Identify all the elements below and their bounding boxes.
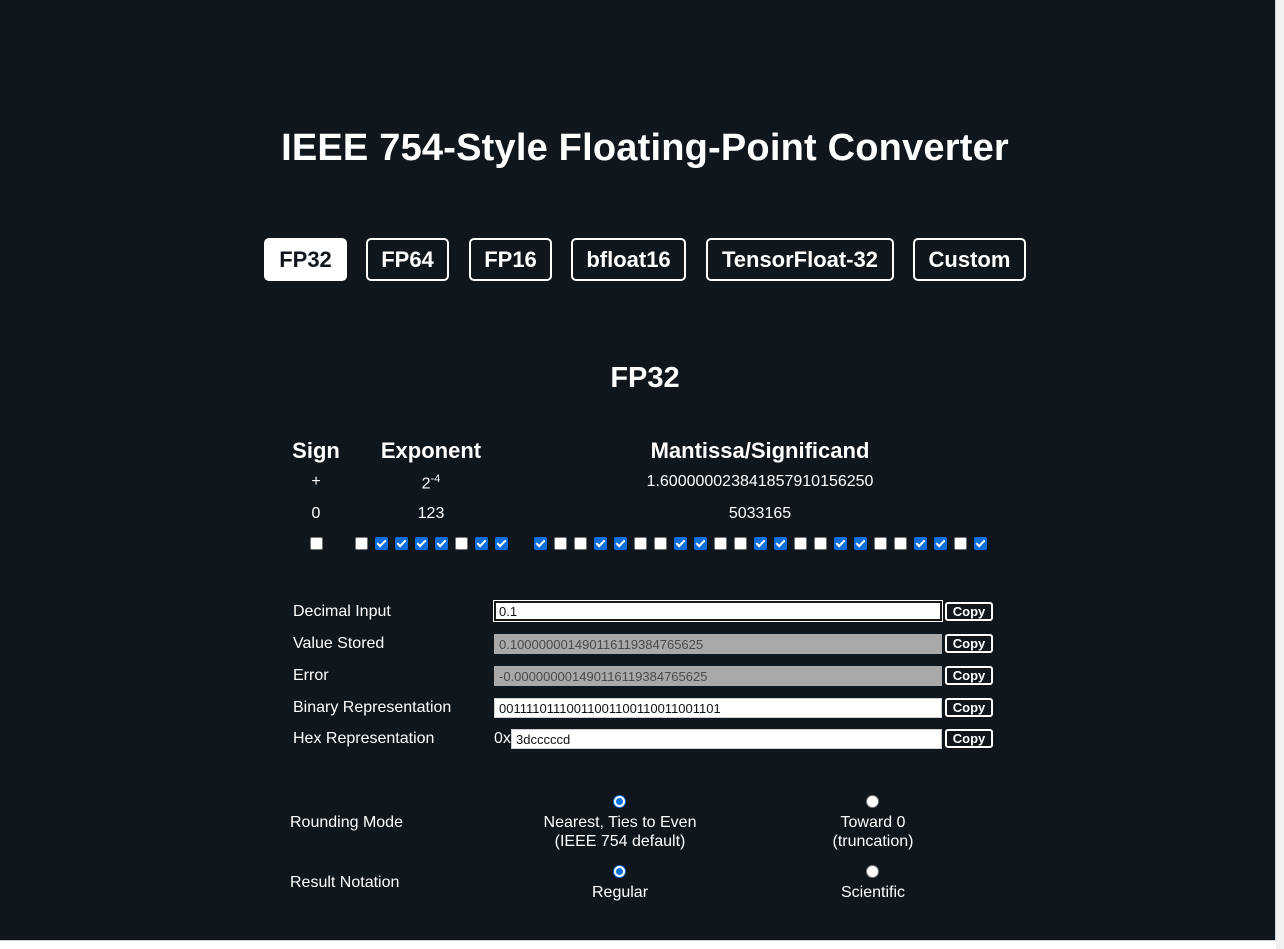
exponent-power: -4 [430, 473, 441, 485]
app-window: IEEE 754-Style Floating-Point Converter … [0, 0, 1276, 941]
mantissa-bit-checkbox[interactable] [794, 537, 807, 550]
mantissa-bit-checkbox[interactable] [694, 537, 707, 550]
mantissa-bit-checkbox[interactable] [614, 537, 627, 550]
format-tabs: FP32 FP64 FP16 bfloat16 TensorFloat-32 C… [0, 238, 1284, 281]
notation-regular-label: Regular [591, 884, 649, 901]
copy-hex-button[interactable]: Copy [945, 729, 993, 748]
page-title: IEEE 754-Style Floating-Point Converter [281, 127, 1009, 169]
exponent-bit-checkbox[interactable] [435, 537, 448, 550]
rounding-toward-zero-line1: Toward 0 [840, 814, 906, 831]
mantissa-bit-checkbox[interactable] [814, 537, 827, 550]
mantissa-bit-checkbox[interactable] [534, 537, 547, 550]
binary-label: Binary Representation [293, 699, 452, 716]
tab-tensorfloat32[interactable]: TensorFloat-32 [706, 238, 894, 281]
mantissa-bit-checkbox[interactable] [834, 537, 847, 550]
rounding-mode-label: Rounding Mode [290, 814, 403, 831]
mantissa-bit-checkbox[interactable] [774, 537, 787, 550]
mantissa-bit-checkbox[interactable] [974, 537, 987, 550]
sign-raw: 0 [311, 505, 321, 522]
rounding-nearest-label: Nearest, Ties to Even (IEEE 754 default) [500, 813, 740, 851]
rounding-nearest-radio[interactable] [613, 795, 626, 808]
mantissa-bit-checkbox[interactable] [894, 537, 907, 550]
error-field[interactable]: -0.000000001490116119384765625 [494, 666, 942, 686]
mantissa-bit-checkbox[interactable] [634, 537, 647, 550]
sign-bit-checkbox[interactable] [310, 537, 323, 550]
mantissa-bit-checkbox[interactable] [674, 537, 687, 550]
binary-field[interactable]: 00111101110011001100110011001101 [494, 698, 942, 718]
mantissa-raw: 5033165 [728, 505, 792, 522]
mantissa-bit-checkbox[interactable] [734, 537, 747, 550]
exponent-bit-checkbox[interactable] [495, 537, 508, 550]
value-stored-label: Value Stored [293, 635, 385, 652]
mantissa-bit-checkbox[interactable] [934, 537, 947, 550]
mantissa-bit-checkbox[interactable] [554, 537, 567, 550]
mantissa-bit-checkbox[interactable] [574, 537, 587, 550]
exponent-raw: 123 [417, 505, 445, 522]
tab-custom[interactable]: Custom [913, 238, 1026, 281]
rounding-toward-zero-line2: (truncation) [832, 833, 914, 850]
value-stored-field[interactable]: 0.100000001490116119384765625 [494, 634, 942, 654]
tab-fp64[interactable]: FP64 [366, 238, 449, 281]
exponent-bit-checkbox[interactable] [455, 537, 468, 550]
copy-value-stored-button[interactable]: Copy [945, 634, 993, 653]
mantissa-header: Mantissa/Significand [650, 438, 870, 463]
hex-field[interactable]: 3dcccccd [511, 729, 942, 749]
notation-scientific-label: Scientific [840, 884, 906, 901]
mantissa-bit-checkbox[interactable] [594, 537, 607, 550]
mantissa-bit-checkbox[interactable] [654, 537, 667, 550]
copy-decimal-button[interactable]: Copy [945, 602, 993, 621]
hex-prefix: 0x [494, 730, 511, 747]
exponent-bit-checkbox[interactable] [375, 537, 388, 550]
sign-header: Sign [292, 438, 340, 463]
rounding-toward-zero-radio[interactable] [866, 795, 879, 808]
sign-symbol: + [311, 473, 321, 490]
mantissa-bit-checkbox[interactable] [874, 537, 887, 550]
tab-fp16[interactable]: FP16 [469, 238, 552, 281]
exponent-header: Exponent [380, 438, 482, 463]
tab-bfloat16[interactable]: bfloat16 [571, 238, 686, 281]
rounding-nearest-line1: Nearest, Ties to Even [543, 814, 697, 831]
notation-regular-radio[interactable] [613, 865, 626, 878]
notation-scientific-radio[interactable] [866, 865, 879, 878]
mantissa-bit-checkbox[interactable] [754, 537, 767, 550]
exponent-bit-checkbox[interactable] [415, 537, 428, 550]
copy-error-button[interactable]: Copy [945, 666, 993, 685]
copy-binary-button[interactable]: Copy [945, 698, 993, 717]
exponent-bit-checkbox[interactable] [475, 537, 488, 550]
mantissa-bit-checkbox[interactable] [714, 537, 727, 550]
mantissa-value: 1.600000023841857910156250 [646, 473, 874, 490]
mantissa-bit-checkbox[interactable] [954, 537, 967, 550]
hex-label: Hex Representation [293, 730, 435, 747]
exponent-bit-checkbox[interactable] [355, 537, 368, 550]
mantissa-bit-checkbox[interactable] [854, 537, 867, 550]
mantissa-bit-checkbox[interactable] [914, 537, 927, 550]
result-notation-label: Result Notation [290, 874, 400, 891]
exponent-base: 2 [421, 475, 431, 493]
decimal-input-field[interactable]: 0.1 [493, 600, 943, 622]
rounding-nearest-line2: (IEEE 754 default) [554, 833, 686, 850]
exponent-bit-checkbox[interactable] [395, 537, 408, 550]
decimal-input-label: Decimal Input [293, 603, 391, 620]
rounding-toward-zero-label: Toward 0 (truncation) [753, 813, 993, 851]
tab-fp32[interactable]: FP32 [264, 238, 347, 281]
format-title: FP32 [610, 362, 680, 394]
exponent-value: 2-4 [361, 473, 501, 493]
error-label: Error [293, 667, 329, 684]
window-edge [1276, 0, 1284, 949]
